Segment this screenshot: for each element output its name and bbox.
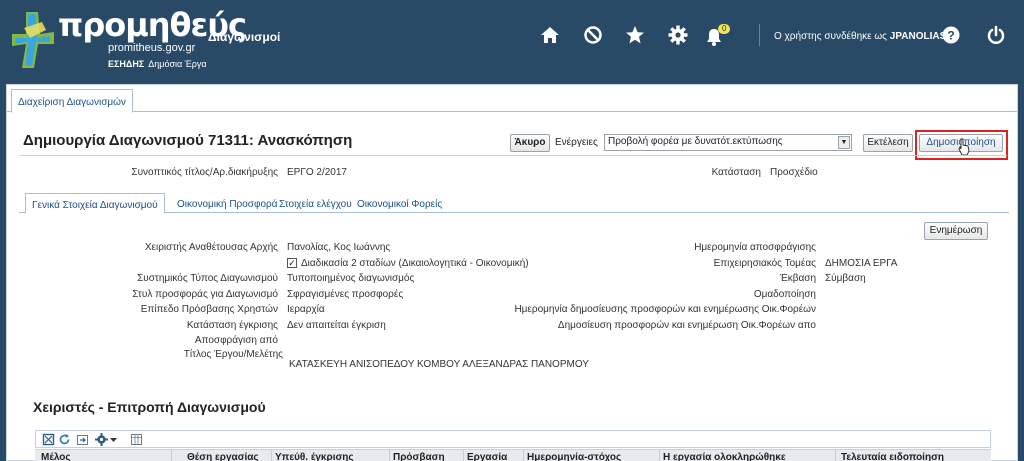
field-value: Δεν απαιτείται έγκριση bbox=[287, 320, 386, 331]
app-title: Διαγωνισμοί bbox=[208, 30, 281, 44]
field-label: Έκβαση bbox=[779, 273, 816, 284]
field-label: Κατάσταση έγκρισης bbox=[186, 320, 278, 331]
status-value: Προσχέδιο bbox=[770, 167, 818, 178]
short-title-value: ΕΡΓΟ 2/2017 bbox=[287, 167, 347, 178]
app-header: προμηθεύς promitheus.gov.gr ΕΣΗΔΗΣ Δημόσι… bbox=[0, 0, 1024, 76]
field-value: Σφραγισμένες προσφορές bbox=[287, 289, 404, 300]
tab-tender-management[interactable]: Διαχείριση Διαγωνισμών bbox=[11, 89, 133, 113]
field-label: Στυλ προσφοράς για Διαγωνισμό bbox=[132, 289, 278, 300]
column-header-last-notification[interactable]: Τελευταία ειδοποίηση bbox=[841, 452, 944, 461]
committee-section-title: Χειριστές - Επιτροπή Διαγωνισμού bbox=[33, 399, 266, 415]
committee-table-header: Μέλος Θέση εργασίας Υπεύθ. έγκρισης Πρόσ… bbox=[35, 449, 991, 461]
svg-text:?: ? bbox=[947, 29, 954, 43]
column-divider bbox=[463, 450, 464, 461]
field-label: Ομαδοποίηση bbox=[753, 289, 816, 300]
refresh-icon[interactable] bbox=[58, 433, 71, 446]
user-prefix: Ο χρήστης συνδέθηκε ως bbox=[774, 31, 887, 42]
tab-general[interactable]: Γενικά Στοιχεία Διαγωνισμού bbox=[25, 193, 165, 214]
column-divider bbox=[389, 450, 390, 461]
field-value: Σύμβαση bbox=[825, 273, 866, 284]
status-label: Κατάσταση bbox=[711, 167, 761, 178]
detach-icon[interactable] bbox=[42, 433, 55, 446]
column-divider bbox=[523, 450, 524, 461]
tab-control-data[interactable]: Στοιχεία ελέγχου bbox=[279, 193, 352, 214]
page-title: Δημιουργία Διαγωνισμού 71311: Ανασκόπηση bbox=[23, 132, 353, 149]
star-icon[interactable] bbox=[625, 25, 645, 45]
power-icon[interactable] bbox=[986, 25, 1006, 45]
field-value: ΚΑΤΑΣΚΕΥΗ ΑΝΙΣΟΠΕΔΟΥ ΚΟΜΒΟΥ ΑΛΕΞΑΝΔΡΑΣ Π… bbox=[289, 359, 589, 370]
field-value: Τυποποιημένος διαγωνισμός bbox=[287, 273, 415, 284]
user-name: JPANOLIAS bbox=[889, 31, 947, 42]
field-label: Επιχειρησιακός Τομέας bbox=[713, 258, 816, 269]
execute-button[interactable]: Εκτέλεση bbox=[863, 134, 913, 152]
column-divider bbox=[659, 450, 660, 461]
help-icon[interactable]: ? bbox=[941, 25, 961, 45]
export-icon[interactable] bbox=[76, 433, 89, 446]
hand-cursor-icon bbox=[958, 138, 970, 156]
two-stage-checkbox[interactable]: ✓ bbox=[287, 258, 297, 268]
logo-sub: Δημόσια Έργα bbox=[148, 59, 207, 69]
logo-domain: promitheus.gov.gr bbox=[108, 42, 196, 54]
main-page: Διαχείριση Διαγωνισμών Δημιουργία Διαγων… bbox=[6, 84, 1018, 461]
field-label: Συστημικός Τύπος Διαγωνισμού bbox=[137, 273, 278, 284]
logged-in-user: Ο χρήστης συνδέθηκε ως JPANOLIAS bbox=[774, 31, 946, 42]
table-toolbar bbox=[35, 430, 991, 448]
field-value: Ιεραρχία bbox=[287, 304, 325, 315]
field-label: Ημερομηνία αποσφράγισης bbox=[694, 242, 816, 253]
field-label: Τίτλος Έργου/Μελέτης bbox=[183, 349, 283, 360]
column-divider bbox=[271, 450, 272, 461]
chevron-down-icon[interactable] bbox=[109, 433, 118, 446]
header-separator bbox=[759, 24, 760, 46]
tab-financial-offer[interactable]: Οικονομική Προσφορά bbox=[177, 193, 277, 214]
field-value: Πανολίας, Κος Ιωάννης bbox=[287, 242, 391, 253]
logo-org: ΕΣΗΔΗΣ Δημόσια Έργα bbox=[108, 59, 207, 69]
tab-economic-operators[interactable]: Οικονομικοί Φορείς bbox=[357, 193, 442, 214]
field-label: Χειριστής Αναθέτουσας Αρχής bbox=[144, 242, 278, 253]
detail-tabs: Γενικά Στοιχεία Διαγωνισμού Οικονομική Π… bbox=[19, 189, 1009, 214]
field-label: Δημοσίευση προσφορών και ενημέρωση Οικ.Φ… bbox=[557, 320, 816, 331]
chevron-down-icon[interactable]: ▼ bbox=[838, 136, 850, 149]
actions-select-value: Προβολή φορέα με δυνατότ.εκτύπωσης bbox=[608, 136, 783, 147]
home-icon[interactable] bbox=[540, 25, 560, 45]
cancel-button[interactable]: Άκυρο bbox=[510, 134, 550, 152]
column-header-member[interactable]: Μέλος bbox=[41, 452, 71, 461]
column-divider bbox=[835, 450, 836, 461]
table-gear-icon[interactable] bbox=[95, 433, 108, 446]
short-title-label: Συνοπτικός τίτλος/Αρ.διακήρυξης bbox=[131, 167, 278, 178]
actions-label: Ενέργειες bbox=[555, 137, 598, 148]
field-label: Ημερομηνία δημοσίευσης προσφορών και ενη… bbox=[514, 304, 816, 315]
gear-icon[interactable] bbox=[668, 25, 688, 45]
field-label: Αποσφράγιση από bbox=[194, 335, 278, 346]
field-label: Επίπεδο Πρόσβασης Χρηστών bbox=[140, 304, 278, 315]
update-button[interactable]: Ενημέρωση bbox=[924, 222, 988, 240]
column-header-position[interactable]: Θέση εργασίας bbox=[187, 452, 259, 461]
column-header-task-completed[interactable]: Η εργασία ολοκληρώθηκε bbox=[663, 452, 786, 461]
title-divider bbox=[19, 155, 1007, 156]
notification-count-badge: 0 bbox=[718, 24, 731, 34]
columns-icon[interactable] bbox=[130, 433, 143, 446]
column-divider bbox=[171, 450, 172, 461]
blocked-icon[interactable] bbox=[583, 25, 603, 45]
column-header-approver[interactable]: Υπεύθ. έγκρισης bbox=[275, 452, 354, 461]
top-tabstrip: Διαχείριση Διαγωνισμών bbox=[7, 85, 1017, 113]
column-header-task[interactable]: Εργασία bbox=[467, 452, 507, 461]
column-header-access[interactable]: Πρόσβαση bbox=[393, 452, 445, 461]
actions-select[interactable]: Προβολή φορέα με δυνατότ.εκτύπωσης ▼ bbox=[604, 134, 852, 151]
field-value: ΔΗΜΟΣΙΑ ΕΡΓΑ bbox=[825, 258, 898, 269]
column-header-target-date[interactable]: Ημερομηνία-στόχος bbox=[527, 452, 621, 461]
promitheus-logo-icon bbox=[12, 12, 54, 68]
